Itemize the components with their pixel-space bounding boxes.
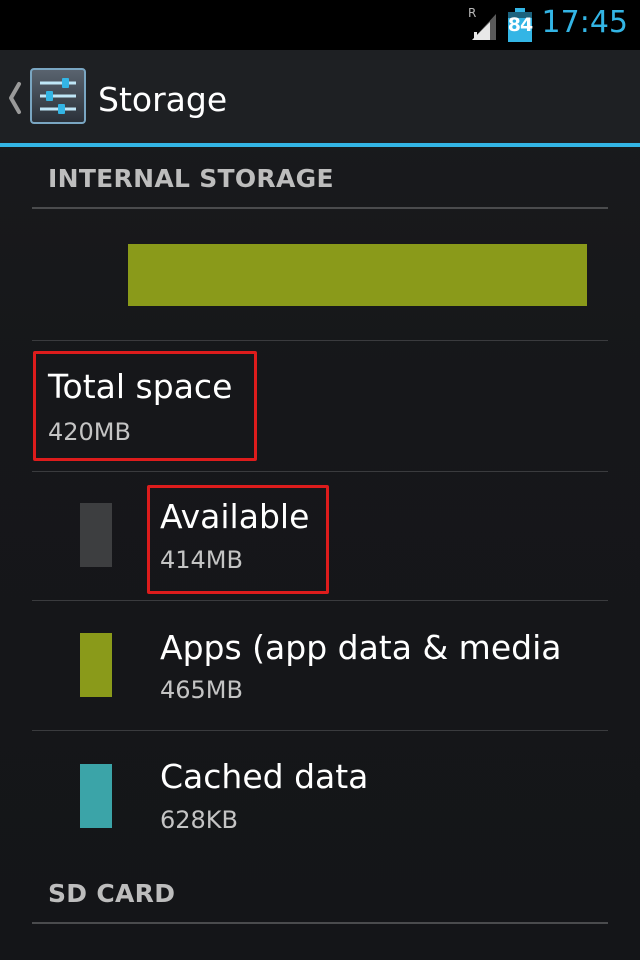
- section-header-internal-storage: INTERNAL STORAGE: [48, 164, 334, 193]
- settings-sliders-icon[interactable]: [30, 68, 86, 124]
- section-header-sd-card: SD CARD: [48, 879, 176, 908]
- action-bar: [0, 50, 640, 143]
- section-divider: [32, 922, 608, 924]
- action-bar-divider: [0, 143, 640, 147]
- storage-usage-fill: [128, 244, 587, 306]
- section-divider: [32, 207, 608, 209]
- cached-color-swatch: [80, 764, 112, 828]
- signal-icon: [472, 14, 496, 40]
- page-title: Storage: [98, 80, 228, 119]
- cached-data-label: Cached data: [160, 757, 369, 796]
- battery-level: 84: [507, 14, 533, 36]
- row-divider: [32, 730, 608, 731]
- row-divider: [32, 340, 608, 341]
- row-divider: [32, 471, 608, 472]
- apps-label-clip: Apps (app data & media content): [160, 620, 568, 680]
- highlight-box: [147, 485, 329, 594]
- storage-usage-bar: [128, 244, 587, 306]
- status-bar: R 84 17:45: [0, 0, 640, 50]
- apps-value: 465MB: [160, 676, 243, 704]
- status-clock: 17:45: [541, 5, 628, 40]
- available-color-swatch: [80, 503, 112, 567]
- apps-label: Apps (app data & media content): [160, 628, 568, 667]
- row-divider: [32, 600, 608, 601]
- cached-data-value: 628KB: [160, 806, 239, 834]
- back-chevron-icon[interactable]: [6, 78, 24, 118]
- apps-color-swatch: [80, 633, 112, 697]
- highlight-box: [33, 351, 257, 461]
